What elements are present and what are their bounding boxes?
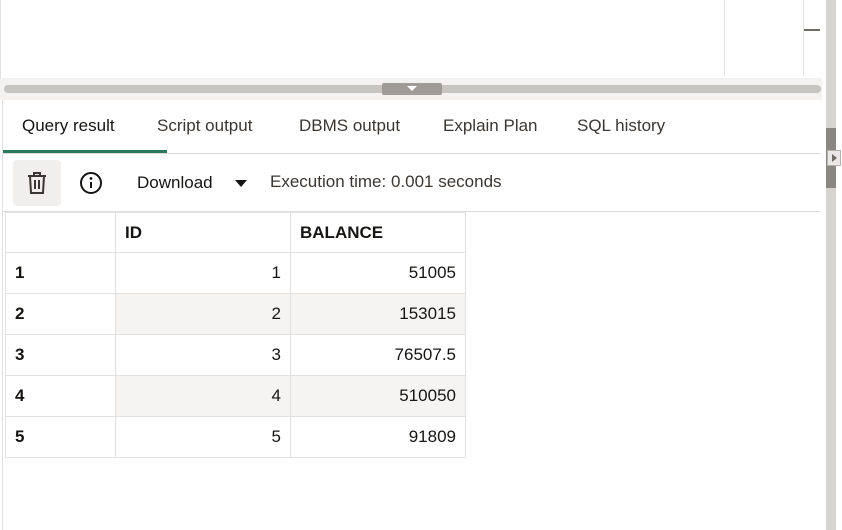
scrollbar-track[interactable] <box>826 0 836 530</box>
cell-id[interactable]: 2 <box>115 293 291 335</box>
chevron-down-icon <box>407 86 417 91</box>
download-button[interactable]: Download <box>137 173 213 193</box>
table-row[interactable]: 4 4 510050 <box>5 375 466 417</box>
row-number: 5 <box>5 416 116 458</box>
expand-side-panel-button[interactable] <box>827 150 841 166</box>
table-row[interactable]: 2 2 153015 <box>5 293 466 335</box>
cell-balance[interactable]: 51005 <box>290 252 466 294</box>
editor-divider <box>724 0 725 76</box>
result-tabs: Query result Script output DBMS output E… <box>3 100 821 154</box>
tab-dbms-output[interactable]: DBMS output <box>299 116 400 154</box>
column-header-balance[interactable]: BALANCE <box>290 212 466 253</box>
row-number: 3 <box>5 334 116 376</box>
row-number: 1 <box>5 252 116 294</box>
result-grid: ID BALANCE 1 1 51005 2 2 153015 3 3 7650… <box>5 212 466 458</box>
row-number: 4 <box>5 375 116 417</box>
minimize-icon[interactable] <box>804 29 820 31</box>
info-icon <box>80 172 102 194</box>
cell-balance[interactable]: 153015 <box>290 293 466 335</box>
header-row: ID BALANCE <box>5 212 466 253</box>
results-panel: Query result Script output DBMS output E… <box>2 100 822 530</box>
active-tab-indicator <box>3 150 167 153</box>
cell-id[interactable]: 4 <box>115 375 291 417</box>
tab-sql-history[interactable]: SQL history <box>577 116 665 154</box>
sql-editor-area[interactable] <box>0 0 822 78</box>
cell-balance[interactable]: 76507.5 <box>290 334 466 376</box>
table-row[interactable]: 1 1 51005 <box>5 252 466 294</box>
cell-id[interactable]: 5 <box>115 416 291 458</box>
execution-time: Execution time: 0.001 seconds <box>270 172 502 191</box>
cell-balance[interactable]: 91809 <box>290 416 466 458</box>
info-button[interactable] <box>67 160 115 206</box>
row-number: 2 <box>5 293 116 335</box>
cell-id[interactable]: 3 <box>115 334 291 376</box>
row-number-header <box>5 212 116 253</box>
cell-id[interactable]: 1 <box>115 252 291 294</box>
tab-script-output[interactable]: Script output <box>157 116 252 154</box>
trash-icon <box>28 172 46 194</box>
table-row[interactable]: 3 3 76507.5 <box>5 334 466 376</box>
editor-divider <box>803 0 804 76</box>
clear-button[interactable] <box>13 160 61 206</box>
result-toolbar: Download Execution time: 0.001 seconds <box>3 154 821 212</box>
tab-explain-plan[interactable]: Explain Plan <box>443 116 538 154</box>
cell-balance[interactable]: 510050 <box>290 375 466 417</box>
tab-query-result[interactable]: Query result <box>22 116 115 154</box>
chevron-down-icon[interactable] <box>235 180 247 187</box>
table-row[interactable]: 5 5 91809 <box>5 416 466 458</box>
column-header-id[interactable]: ID <box>115 212 291 253</box>
splitter-collapse-handle[interactable] <box>382 83 442 95</box>
